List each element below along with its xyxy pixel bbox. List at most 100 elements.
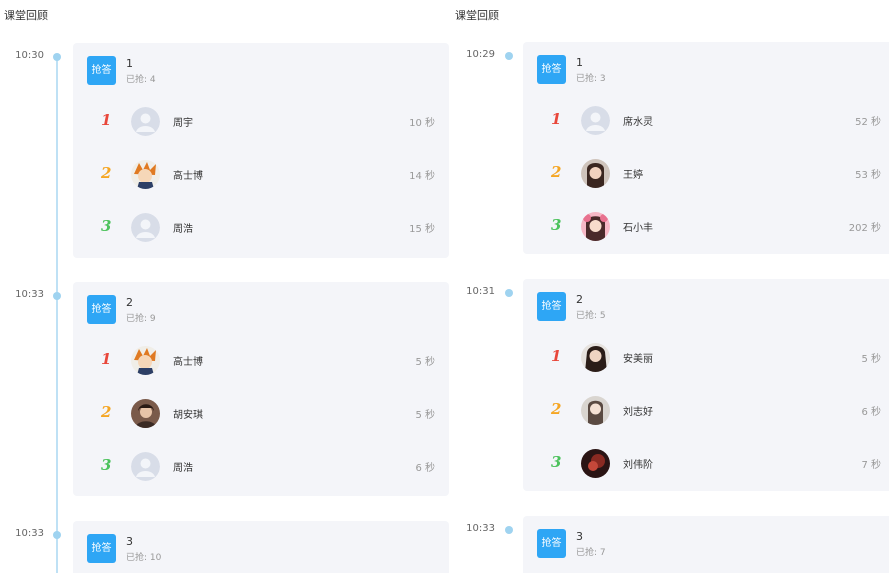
answer-time: 202 秒	[848, 223, 881, 234]
quiz-card[interactable]: 抢答 3 已抢: 7	[523, 516, 889, 573]
answer-time: 14 秒	[409, 171, 435, 182]
list-item[interactable]: 1 安美丽 5 秒	[523, 341, 889, 373]
list-item[interactable]: 2 刘志好 6 秒	[523, 394, 889, 426]
quiz-card[interactable]: 抢答 1 已抢: 4 1 周宇 10 秒 2 高士博 14 秒 3 周浩 15 …	[73, 43, 449, 258]
default-avatar	[131, 107, 160, 136]
student-name: 周浩	[173, 224, 193, 235]
rank-number: 2	[101, 403, 112, 421]
quiz-card[interactable]: 抢答 2 已抢: 5 1 安美丽 5 秒 2 刘志好 6 秒 3 刘伟阶 7 秒	[523, 279, 889, 491]
answer-time: 5 秒	[415, 410, 435, 421]
list-item[interactable]: 1 周宇 10 秒	[73, 105, 449, 137]
list-item[interactable]: 1 高士博 5 秒	[73, 344, 449, 376]
list-item[interactable]: 3 刘伟阶 7 秒	[523, 447, 889, 479]
qiangda-badge: 抢答	[537, 529, 566, 558]
question-number: 3	[576, 530, 583, 543]
timeline-dot	[505, 526, 513, 534]
default-avatar	[131, 452, 160, 481]
session-time: 10:30	[15, 50, 44, 61]
answer-time: 52 秒	[855, 117, 881, 128]
answer-time: 5 秒	[415, 357, 435, 368]
student-name: 席水灵	[623, 117, 653, 128]
right-panel: 课堂回顾 10:29 抢答 1 已抢: 3 1 席水灵 52 秒 2 王婷 53…	[455, 0, 889, 573]
timeline-dot	[53, 53, 61, 61]
list-item[interactable]: 2 王婷 53 秒	[523, 157, 889, 189]
timeline-line	[56, 57, 58, 573]
rank-number: 3	[101, 456, 112, 474]
photo-avatar	[581, 396, 610, 425]
list-item[interactable]: 3 周浩 6 秒	[73, 450, 449, 482]
student-name: 胡安琪	[173, 410, 203, 421]
rank-number: 2	[551, 163, 562, 181]
qiangda-badge: 抢答	[87, 295, 116, 324]
list-item[interactable]: 3 石小丰 202 秒	[523, 210, 889, 242]
left-panel: 课堂回顾 10:30 抢答 1 已抢: 4 1 周宇 10 秒 2 高士博 14…	[4, 0, 450, 573]
cartoon-avatar	[131, 346, 160, 375]
student-name: 安美丽	[623, 354, 653, 365]
question-number: 1	[126, 57, 133, 70]
student-name: 刘伟阶	[623, 460, 653, 471]
timeline-dot	[505, 289, 513, 297]
session-time: 10:33	[15, 528, 44, 539]
session-time: 10:33	[15, 289, 44, 300]
photo-avatar	[131, 399, 160, 428]
question-number: 2	[126, 296, 133, 309]
student-name: 刘志好	[623, 407, 653, 418]
list-item[interactable]: 2 胡安琪 5 秒	[73, 397, 449, 429]
question-number: 1	[576, 56, 583, 69]
answered-count: 已抢: 3	[576, 74, 606, 84]
student-name: 周宇	[173, 118, 193, 129]
answer-time: 15 秒	[409, 224, 435, 235]
student-name: 周浩	[173, 463, 193, 474]
rank-number: 1	[551, 110, 562, 128]
answered-count: 已抢: 10	[126, 553, 162, 563]
cartoon-avatar	[131, 160, 160, 189]
timeline-dot	[505, 52, 513, 60]
rank-number: 1	[551, 347, 562, 365]
quiz-card[interactable]: 抢答 3 已抢: 10	[73, 521, 449, 573]
panel-title: 课堂回顾	[4, 9, 48, 22]
default-avatar	[581, 106, 610, 135]
list-item[interactable]: 2 高士博 14 秒	[73, 158, 449, 190]
default-avatar	[131, 213, 160, 242]
rank-number: 3	[551, 216, 562, 234]
answered-count: 已抢: 4	[126, 75, 156, 85]
list-item[interactable]: 1 席水灵 52 秒	[523, 104, 889, 136]
photo-avatar	[581, 343, 610, 372]
answered-count: 已抢: 9	[126, 314, 156, 324]
qiangda-badge: 抢答	[537, 55, 566, 84]
rank-number: 3	[101, 217, 112, 235]
rank-number: 2	[101, 164, 112, 182]
qiangda-badge: 抢答	[537, 292, 566, 321]
quiz-card[interactable]: 抢答 2 已抢: 9 1 高士博 5 秒 2 胡安琪 5 秒 3 周浩 6 秒	[73, 282, 449, 496]
dark-photo-avatar	[581, 449, 610, 478]
qiangda-badge: 抢答	[87, 56, 116, 85]
answer-time: 7 秒	[861, 460, 881, 471]
photo-avatar	[581, 159, 610, 188]
question-number: 2	[576, 293, 583, 306]
panel-title: 课堂回顾	[455, 9, 499, 22]
list-item[interactable]: 3 周浩 15 秒	[73, 211, 449, 243]
pink-photo-avatar	[581, 212, 610, 241]
rank-number: 1	[101, 350, 112, 368]
session-time: 10:31	[466, 286, 495, 297]
quiz-card[interactable]: 抢答 1 已抢: 3 1 席水灵 52 秒 2 王婷 53 秒 3 石小丰 20…	[523, 42, 889, 254]
answer-time: 6 秒	[415, 463, 435, 474]
student-name: 石小丰	[623, 223, 653, 234]
rank-number: 3	[551, 453, 562, 471]
qiangda-badge: 抢答	[87, 534, 116, 563]
answer-time: 6 秒	[861, 407, 881, 418]
answered-count: 已抢: 5	[576, 311, 606, 321]
student-name: 高士博	[173, 171, 203, 182]
student-name: 高士博	[173, 357, 203, 368]
session-time: 10:33	[466, 523, 495, 534]
answer-time: 53 秒	[855, 170, 881, 181]
timeline-dot	[53, 531, 61, 539]
rank-number: 1	[101, 111, 112, 129]
answered-count: 已抢: 7	[576, 548, 606, 558]
rank-number: 2	[551, 400, 562, 418]
answer-time: 5 秒	[861, 354, 881, 365]
timeline-dot	[53, 292, 61, 300]
student-name: 王婷	[623, 170, 643, 181]
answer-time: 10 秒	[409, 118, 435, 129]
session-time: 10:29	[466, 49, 495, 60]
